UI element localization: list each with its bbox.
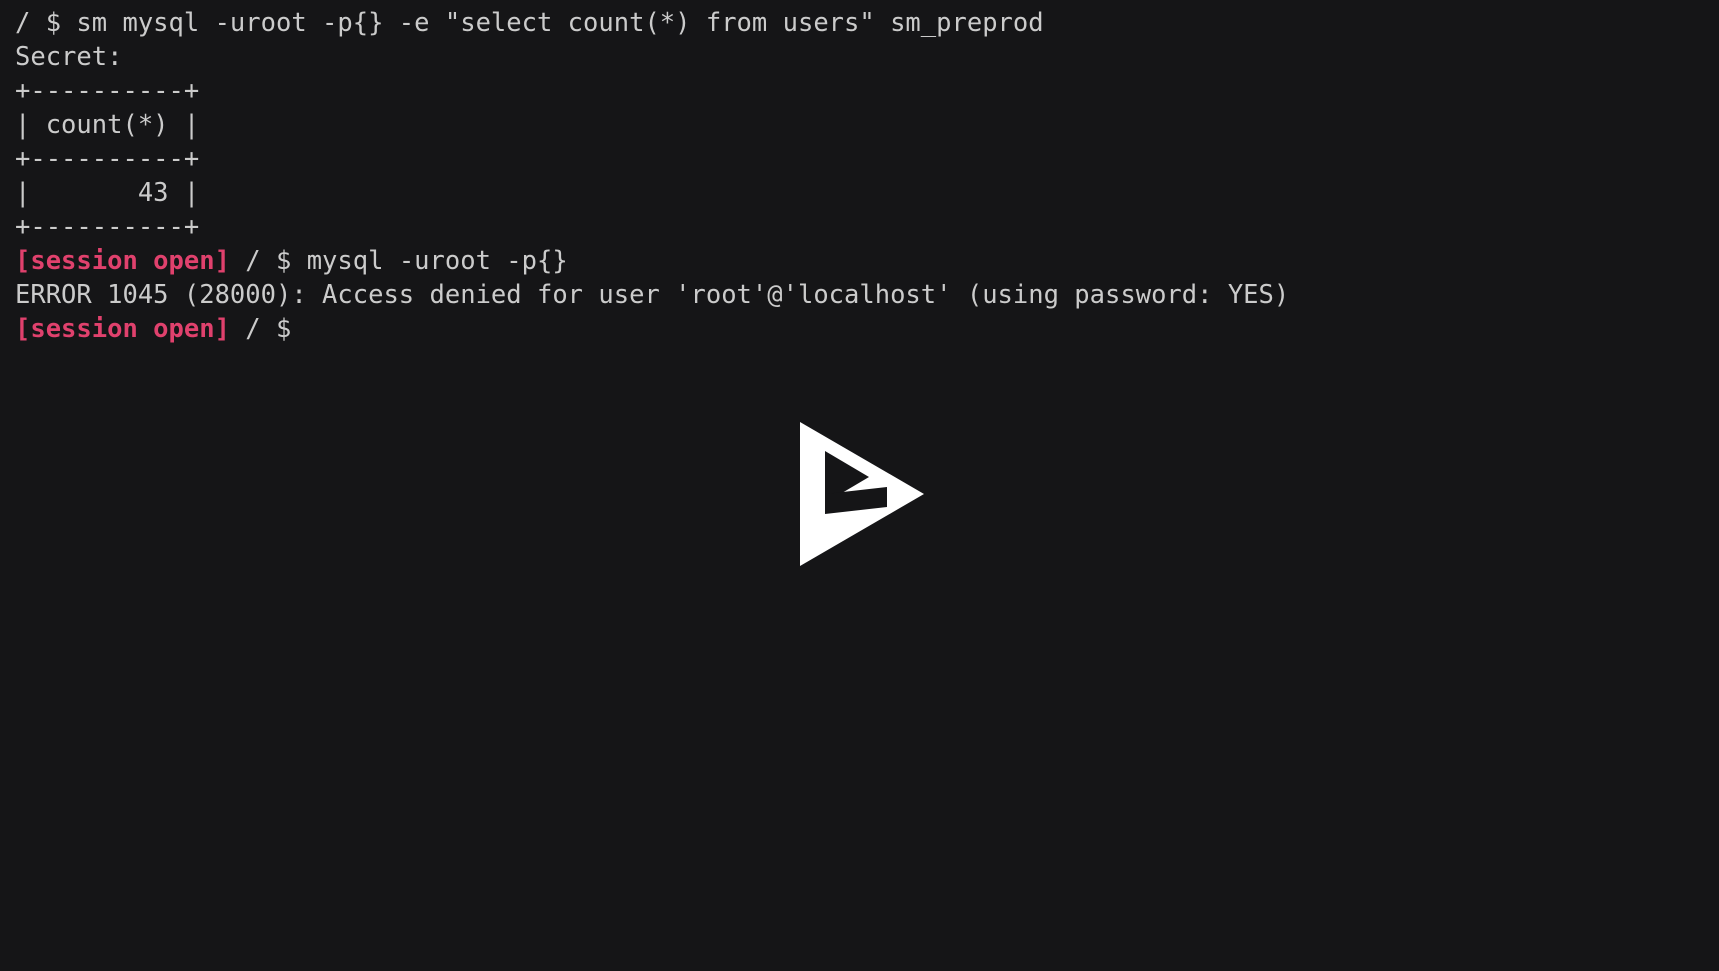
play-overlay[interactable]: [0, 0, 1719, 971]
play-logo-icon[interactable]: [799, 421, 924, 566]
asciinema-player[interactable]: / $ sm mysql -uroot -p{} -e "select coun…: [0, 0, 1719, 971]
